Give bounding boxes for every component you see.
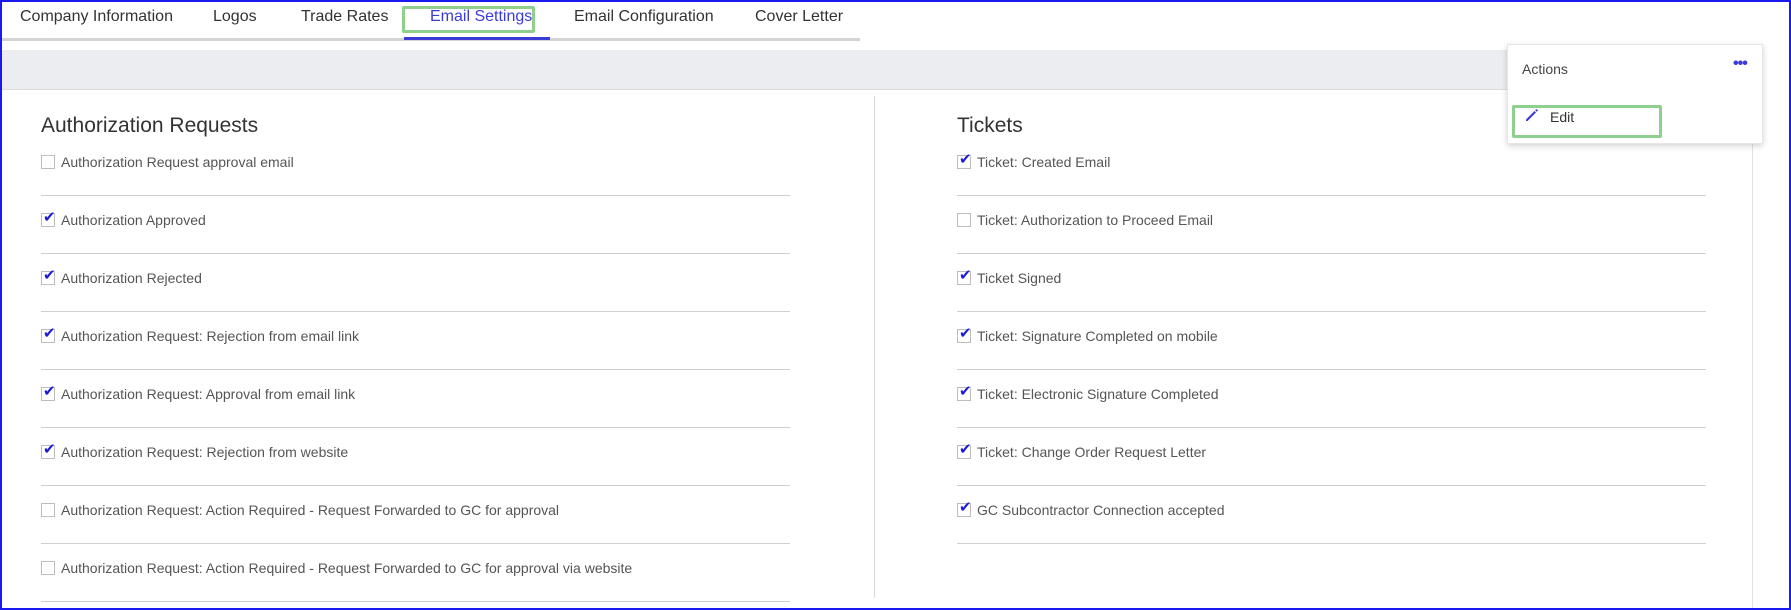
ticket-item-checkbox[interactable]	[957, 213, 971, 227]
ticket-item-checkbox[interactable]: ✔	[957, 499, 972, 517]
ticket-item-row: ✔ Ticket: Electronic Signature Completed	[957, 370, 1706, 428]
authorization-item-label: Authorization Request: Approval from ema…	[61, 386, 356, 402]
ticket-item-checkbox[interactable]: ✔	[957, 267, 972, 285]
ticket-item-row: ✔ Ticket: Created Email	[957, 138, 1706, 196]
edit-highlight-box	[1512, 105, 1662, 138]
authorization-item-label: Authorization Request: Rejection from we…	[61, 444, 349, 460]
checkmark-icon: ✔	[43, 209, 56, 226]
authorization-item-checkbox[interactable]	[41, 503, 55, 517]
more-dots-icon[interactable]: •••	[1733, 55, 1748, 73]
authorization-item-label: Authorization Request: Action Required -…	[61, 560, 633, 576]
authorization-list: Authorization Request approval email ✔ Aut…	[41, 138, 790, 602]
checkmark-icon: ✔	[959, 441, 972, 458]
authorization-item-label: Authorization Request: Action Required -…	[61, 502, 560, 518]
authorization-item-row: ✔ Authorization Request: Rejection from w…	[41, 428, 790, 486]
authorization-item-checkbox[interactable]: ✔	[41, 383, 56, 401]
authorization-item-row: ✔ Authorization Rejected	[41, 254, 790, 312]
tab-logos[interactable]: Logos	[213, 0, 257, 41]
tab-company-information[interactable]: Company Information	[20, 0, 173, 41]
ticket-item-label: Ticket: Authorization to Proceed Email	[977, 212, 1214, 228]
ticket-item-label: Ticket: Change Order Request Letter	[977, 444, 1207, 460]
ticket-item-row: ✔ GC Subcontractor Connection accepted	[957, 486, 1706, 544]
checkmark-icon: ✔	[43, 441, 56, 458]
authorization-item-checkbox[interactable]: ✔	[41, 441, 56, 459]
authorization-item-checkbox[interactable]	[41, 155, 55, 169]
authorization-item-row: Authorization Request approval email	[41, 138, 790, 196]
ticket-item-label: Ticket Signed	[977, 270, 1062, 286]
tab-highlight-box	[402, 6, 535, 33]
ticket-item-row: ✔ Ticket: Change Order Request Letter	[957, 428, 1706, 486]
tab-email-configuration[interactable]: Email Configuration	[574, 0, 714, 41]
ticket-item-label: Ticket: Created Email	[977, 154, 1111, 170]
checkmark-icon: ✔	[959, 267, 972, 284]
ticket-item-checkbox[interactable]: ✔	[957, 383, 972, 401]
authorization-section-title: Authorization Requests	[41, 114, 259, 137]
ticket-item-row: ✔ Ticket Signed	[957, 254, 1706, 312]
ticket-item-label: Ticket: Signature Completed on mobile	[977, 328, 1218, 344]
authorization-item-row: Authorization Request: Action Required -…	[41, 486, 790, 544]
toolbar-strip	[2, 50, 1753, 90]
authorization-item-row: ✔ Authorization Approved	[41, 196, 790, 254]
tickets-section-title: Tickets	[957, 114, 1023, 137]
ticket-item-label: Ticket: Electronic Signature Completed	[977, 386, 1219, 402]
ticket-item-row: Ticket: Authorization to Proceed Email	[957, 196, 1706, 254]
checkmark-icon: ✔	[43, 383, 56, 400]
ticket-item-checkbox[interactable]: ✔	[957, 151, 972, 169]
authorization-item-row: ✔ Authorization Request: Approval from em…	[41, 370, 790, 428]
column-divider	[874, 96, 875, 598]
tab-cover-letter[interactable]: Cover Letter	[755, 0, 843, 41]
checkmark-icon: ✔	[959, 325, 972, 342]
checkmark-icon: ✔	[43, 267, 56, 284]
ticket-item-row: ✔ Ticket: Signature Completed on mobile	[957, 312, 1706, 370]
authorization-item-checkbox[interactable]: ✔	[41, 325, 56, 343]
authorization-item-label: Authorization Request: Rejection from em…	[61, 328, 360, 344]
authorization-item-label: Authorization Approved	[61, 212, 206, 228]
checkmark-icon: ✔	[43, 325, 56, 342]
authorization-item-label: Authorization Rejected	[61, 270, 202, 286]
actions-title: Actions	[1522, 61, 1568, 77]
checkmark-icon: ✔	[959, 499, 972, 516]
ticket-item-checkbox[interactable]: ✔	[957, 325, 972, 343]
authorization-item-label: Authorization Request approval email	[61, 154, 294, 170]
checkmark-icon: ✔	[959, 383, 972, 400]
authorization-item-checkbox[interactable]: ✔	[41, 209, 56, 227]
authorization-item-row: Authorization Request: Action Required -…	[41, 544, 790, 602]
ticket-item-checkbox[interactable]: ✔	[957, 441, 972, 459]
authorization-item-row: ✔ Authorization Request: Rejection from e…	[41, 312, 790, 370]
authorization-item-checkbox[interactable]: ✔	[41, 267, 56, 285]
authorization-item-checkbox[interactable]	[41, 561, 55, 575]
tickets-list: ✔ Ticket: Created Email Ticket: Authorizat…	[957, 138, 1706, 544]
active-tab-indicator	[404, 37, 550, 40]
tab-trade-rates[interactable]: Trade Rates	[301, 0, 388, 41]
checkmark-icon: ✔	[959, 151, 972, 168]
ticket-item-label: GC Subcontractor Connection accepted	[977, 502, 1225, 518]
